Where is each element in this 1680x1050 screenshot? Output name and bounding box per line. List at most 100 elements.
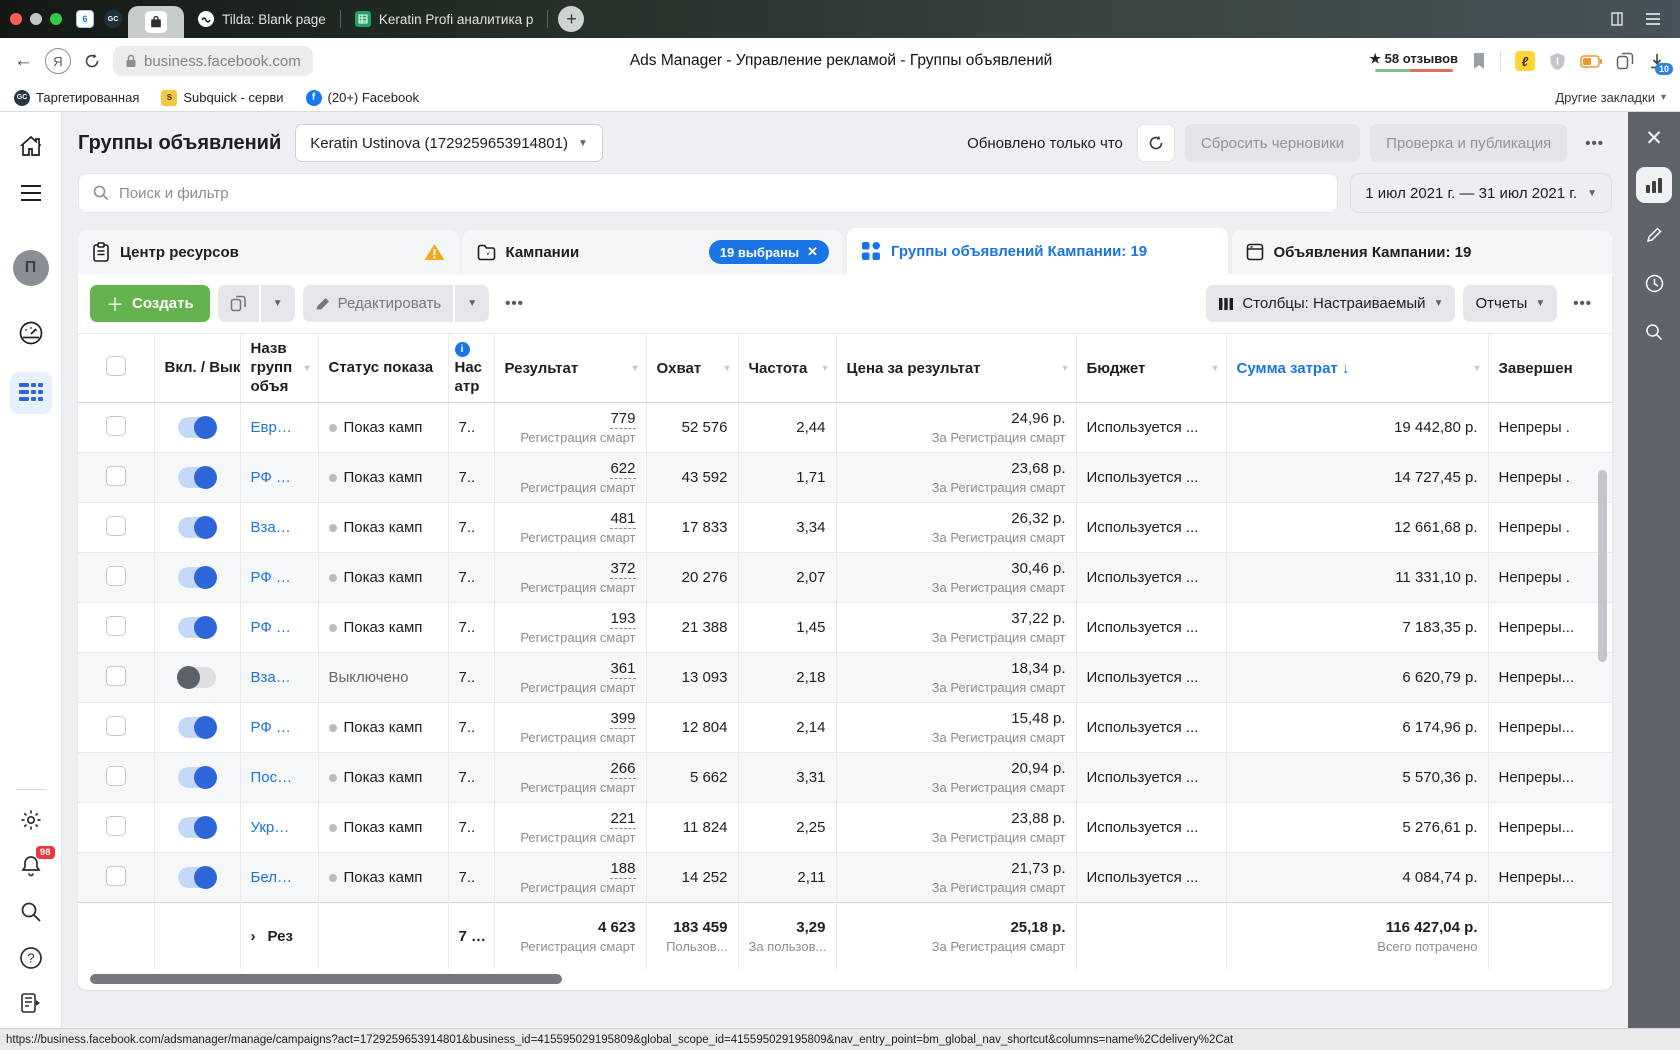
row-checkbox[interactable]	[106, 716, 126, 736]
help-icon[interactable]: ?	[19, 946, 43, 970]
adset-name-link[interactable]: Бел…	[251, 869, 292, 886]
minimize-window-button[interactable]	[30, 13, 42, 25]
tab-resource-center[interactable]: Центр ресурсов	[78, 230, 459, 274]
tab-keratin-sheet[interactable]: Keratin Profi аналитика р	[341, 0, 548, 38]
row-checkbox[interactable]	[106, 866, 126, 886]
collections-icon[interactable]	[1616, 52, 1634, 70]
row-checkbox[interactable]	[106, 566, 126, 586]
adset-name-link[interactable]: Укр…	[251, 819, 290, 836]
create-button[interactable]: ＋ Создать	[90, 285, 210, 322]
adset-toggle[interactable]	[178, 817, 216, 838]
col-name[interactable]: Назв групп объя▼	[240, 334, 318, 403]
adset-name-link[interactable]: РФ …	[251, 469, 291, 486]
adset-toggle[interactable]	[178, 517, 216, 538]
result-value[interactable]: 622	[610, 460, 635, 479]
duplicate-button[interactable]	[218, 285, 259, 322]
window-controls[interactable]	[10, 13, 62, 25]
edit-dropdown-button[interactable]: ▼	[455, 285, 489, 322]
row-checkbox[interactable]	[106, 516, 126, 536]
col-frequency[interactable]: Частота▼	[738, 334, 836, 403]
col-attribution[interactable]: iНас атр	[448, 334, 494, 403]
result-value[interactable]: 193	[610, 610, 635, 629]
row-checkbox[interactable]	[106, 666, 126, 686]
browser-menu-icon[interactable]	[1644, 12, 1662, 26]
dock-panel-icon[interactable]	[20, 992, 42, 1014]
row-checkbox[interactable]	[106, 816, 126, 836]
adset-toggle[interactable]	[178, 567, 216, 588]
result-value[interactable]: 188	[610, 860, 635, 879]
adset-name-link[interactable]: Евр…	[251, 419, 292, 436]
reports-more-button[interactable]: •••	[1565, 295, 1600, 312]
review-publish-button[interactable]: Проверка и публикация	[1370, 124, 1567, 162]
search-filter-box[interactable]	[78, 173, 1338, 213]
adset-name-link[interactable]: РФ …	[251, 619, 291, 636]
result-value[interactable]: 266	[610, 760, 635, 779]
col-cost-per-result[interactable]: Цена за результат▼	[836, 334, 1076, 403]
menu-icon[interactable]	[19, 184, 43, 202]
letyshops-icon[interactable]: ℓ	[1515, 51, 1535, 71]
reload-icon[interactable]	[83, 52, 101, 70]
pinned-tab-getcourse[interactable]: GC	[104, 10, 122, 28]
protect-shield-icon[interactable]	[1549, 52, 1566, 71]
close-icon[interactable]: ✕	[1645, 126, 1663, 151]
pinned-tab-calendar[interactable]: 6	[76, 10, 94, 28]
col-result[interactable]: Результат▼	[494, 334, 646, 403]
battery-saver-icon[interactable]	[1580, 55, 1602, 68]
toolbar-more-button[interactable]: •••	[497, 295, 532, 312]
search-icon[interactable]	[19, 900, 43, 924]
refresh-button[interactable]	[1137, 124, 1175, 162]
settings-gear-icon[interactable]	[19, 808, 43, 832]
adset-toggle[interactable]	[178, 767, 216, 788]
url-field[interactable]: business.facebook.com	[113, 46, 313, 76]
notifications-bell-icon[interactable]: 98	[19, 854, 43, 878]
date-range-selector[interactable]: 1 июл 2021 г. — 31 июл 2021 г.▼	[1350, 173, 1612, 213]
adset-name-link[interactable]: Вза…	[251, 669, 291, 686]
notes-pencil-icon[interactable]	[1636, 216, 1672, 252]
zoom-window-button[interactable]	[50, 13, 62, 25]
bookmark-item[interactable]: f (20+) Facebook	[306, 90, 419, 106]
side-panel-icon[interactable]	[1608, 10, 1626, 28]
yandex-button[interactable]: Я	[45, 48, 71, 74]
ads-manager-active-item[interactable]	[10, 372, 52, 414]
adset-name-link[interactable]: РФ …	[251, 569, 291, 586]
adset-name-link[interactable]: Вза…	[251, 519, 291, 536]
home-icon[interactable]	[19, 134, 43, 158]
adset-toggle[interactable]	[178, 667, 216, 688]
row-checkbox[interactable]	[106, 616, 126, 636]
zoom-search-icon[interactable]	[1636, 314, 1672, 350]
bookmark-item[interactable]: GC Таргетированная	[14, 90, 139, 106]
result-value[interactable]: 361	[610, 660, 635, 679]
header-more-button[interactable]: •••	[1577, 135, 1612, 152]
columns-button[interactable]: Столбцы: Настраиваемый▼	[1206, 285, 1455, 322]
table-horizontal-scrollbar[interactable]	[84, 972, 1606, 986]
close-window-button[interactable]	[10, 13, 22, 25]
adset-toggle[interactable]	[178, 617, 216, 638]
adset-toggle[interactable]	[178, 467, 216, 488]
analytics-icon[interactable]	[1636, 167, 1672, 203]
adset-toggle[interactable]	[178, 417, 216, 438]
expand-chevron-icon[interactable]: ›	[251, 928, 256, 945]
tab-tilda[interactable]: Tilda: Blank page	[184, 0, 340, 38]
downloads-icon[interactable]: 10	[1648, 52, 1666, 70]
tab-ads[interactable]: Объявления Кампании: 19	[1232, 230, 1613, 274]
active-pinned-tab-facebook-business[interactable]	[128, 6, 184, 38]
tab-ad-sets-active[interactable]: Группы объявлений Кампании: 19	[847, 228, 1228, 274]
select-all-checkbox[interactable]	[106, 356, 126, 376]
edit-button[interactable]: Редактировать	[303, 285, 454, 322]
col-budget[interactable]: Бюджет▼	[1076, 334, 1226, 403]
result-value[interactable]: 372	[610, 560, 635, 579]
selected-campaigns-pill[interactable]: 19 выбраны✕	[709, 240, 829, 264]
row-checkbox[interactable]	[106, 766, 126, 786]
result-value[interactable]: 221	[610, 810, 635, 829]
bookmark-flag-icon[interactable]	[1472, 52, 1486, 70]
col-reach[interactable]: Охват▼	[646, 334, 738, 403]
new-tab-button[interactable]: +	[558, 6, 584, 32]
result-value[interactable]: 779	[610, 410, 635, 429]
col-amount-spent-sorted[interactable]: Сумма затрат ↓▼	[1226, 334, 1488, 403]
bookmark-item[interactable]: S Subquick - серви	[161, 90, 283, 106]
info-icon[interactable]: i	[455, 342, 470, 357]
other-bookmarks[interactable]: Другие закладки ▾	[1555, 90, 1666, 105]
col-toggle[interactable]: Вкл. / Выкл.	[154, 334, 240, 403]
history-clock-icon[interactable]	[1636, 265, 1672, 301]
avatar[interactable]: П	[13, 250, 49, 286]
